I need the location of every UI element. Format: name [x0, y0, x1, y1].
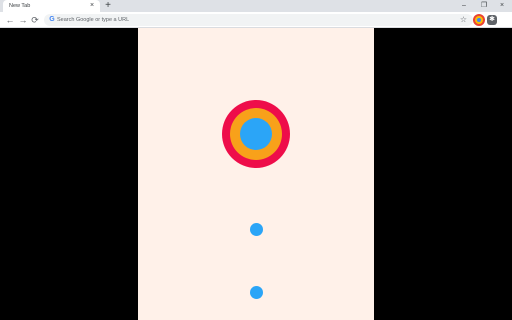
profile-icon-inner — [475, 16, 483, 24]
ball — [250, 223, 263, 236]
puzzle-glyph: ✱ — [489, 16, 495, 23]
tab-new-tab[interactable]: New Tab × — [3, 0, 100, 12]
profile-icon-core — [477, 18, 481, 22]
target-outer-ring — [222, 100, 290, 168]
google-icon: G — [49, 16, 55, 23]
forward-icon[interactable]: → — [17, 14, 29, 26]
profile-icon[interactable] — [473, 14, 485, 26]
tab-close-icon[interactable]: × — [88, 2, 96, 10]
star-icon[interactable]: ☆ — [460, 15, 467, 25]
close-window-button[interactable]: × — [492, 0, 512, 12]
address-placeholder: Search Google or type a URL — [57, 17, 130, 23]
target-middle-ring — [230, 108, 282, 160]
minimize-button[interactable]: – — [454, 0, 474, 12]
page-viewport — [0, 28, 512, 320]
new-tab-button[interactable]: + — [103, 1, 113, 11]
puzzle-icon[interactable]: ✱ — [487, 15, 497, 25]
ball — [250, 286, 263, 299]
tab-title: New Tab — [9, 3, 31, 9]
game-canvas[interactable] — [138, 28, 374, 320]
restore-button[interactable]: ❐ — [474, 0, 494, 12]
reload-icon[interactable]: ⟳ — [29, 14, 41, 26]
address-bar[interactable]: G Search Google or type a URL ☆ — [44, 14, 473, 26]
tab-strip: New Tab × + – ❐ × — [0, 0, 512, 12]
back-icon[interactable]: ← — [4, 14, 16, 26]
target-core — [240, 118, 272, 150]
browser-toolbar: ← → ⟳ G Search Google or type a URL ☆ ✱ — [0, 12, 512, 28]
